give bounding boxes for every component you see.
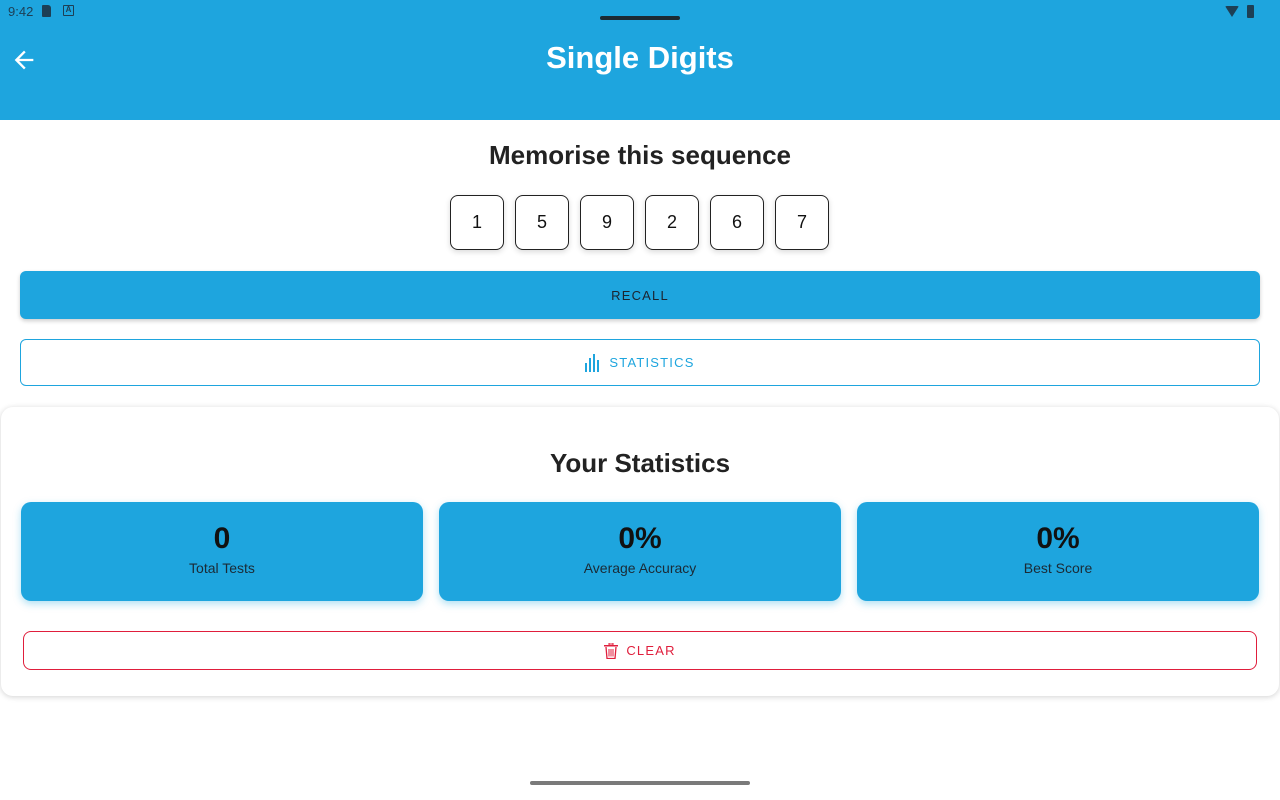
clear-button-label: CLEAR <box>626 643 676 658</box>
stat-best-score: 0% Best Score <box>857 502 1259 601</box>
stat-label: Total Tests <box>189 560 255 576</box>
recall-button-label: RECALL <box>611 287 669 303</box>
stat-total-tests: 0 Total Tests <box>21 502 423 601</box>
app-bar: 9:42 A Single Digits <box>0 0 1280 120</box>
top-drag-handle[interactable] <box>600 16 680 20</box>
stat-average-accuracy: 0% Average Accuracy <box>439 502 841 601</box>
clear-button[interactable]: CLEAR <box>23 631 1257 670</box>
bar-chart-icon <box>585 353 600 372</box>
stat-value: 0% <box>1036 522 1080 555</box>
digit-box: 2 <box>645 195 699 250</box>
statistics-button-label: STATISTICS <box>609 355 695 370</box>
stat-label: Best Score <box>1023 560 1093 576</box>
digit-box: 1 <box>450 195 504 250</box>
status-icons-right <box>1225 5 1254 18</box>
statistics-card: Your Statistics 0 Total Tests 0% Average… <box>1 407 1279 696</box>
digit-box: 6 <box>710 195 764 250</box>
sd-card-icon <box>42 5 51 17</box>
digit-box: 7 <box>775 195 829 250</box>
memorise-heading: Memorise this sequence <box>489 140 791 170</box>
status-time: 9:42 <box>8 4 34 19</box>
bottom-nav-handle[interactable] <box>530 781 750 785</box>
statistics-button[interactable]: STATISTICS <box>20 339 1260 386</box>
digit-sequence: 1 5 9 2 6 7 <box>450 195 829 250</box>
trash-icon <box>604 642 619 659</box>
battery-icon <box>1247 5 1254 18</box>
wifi-icon <box>1225 6 1239 17</box>
a-notification-icon: A <box>63 5 74 16</box>
recall-button[interactable]: RECALL <box>20 271 1260 319</box>
statistics-title: Your Statistics <box>549 448 731 478</box>
page-title: Single Digits <box>546 40 734 75</box>
stat-value: 0 <box>213 522 231 555</box>
stat-value: 0% <box>618 522 662 555</box>
status-icons-left: A <box>42 5 74 17</box>
digit-box: 9 <box>580 195 634 250</box>
digit-box: 5 <box>515 195 569 250</box>
stat-label: Average Accuracy <box>583 560 697 576</box>
